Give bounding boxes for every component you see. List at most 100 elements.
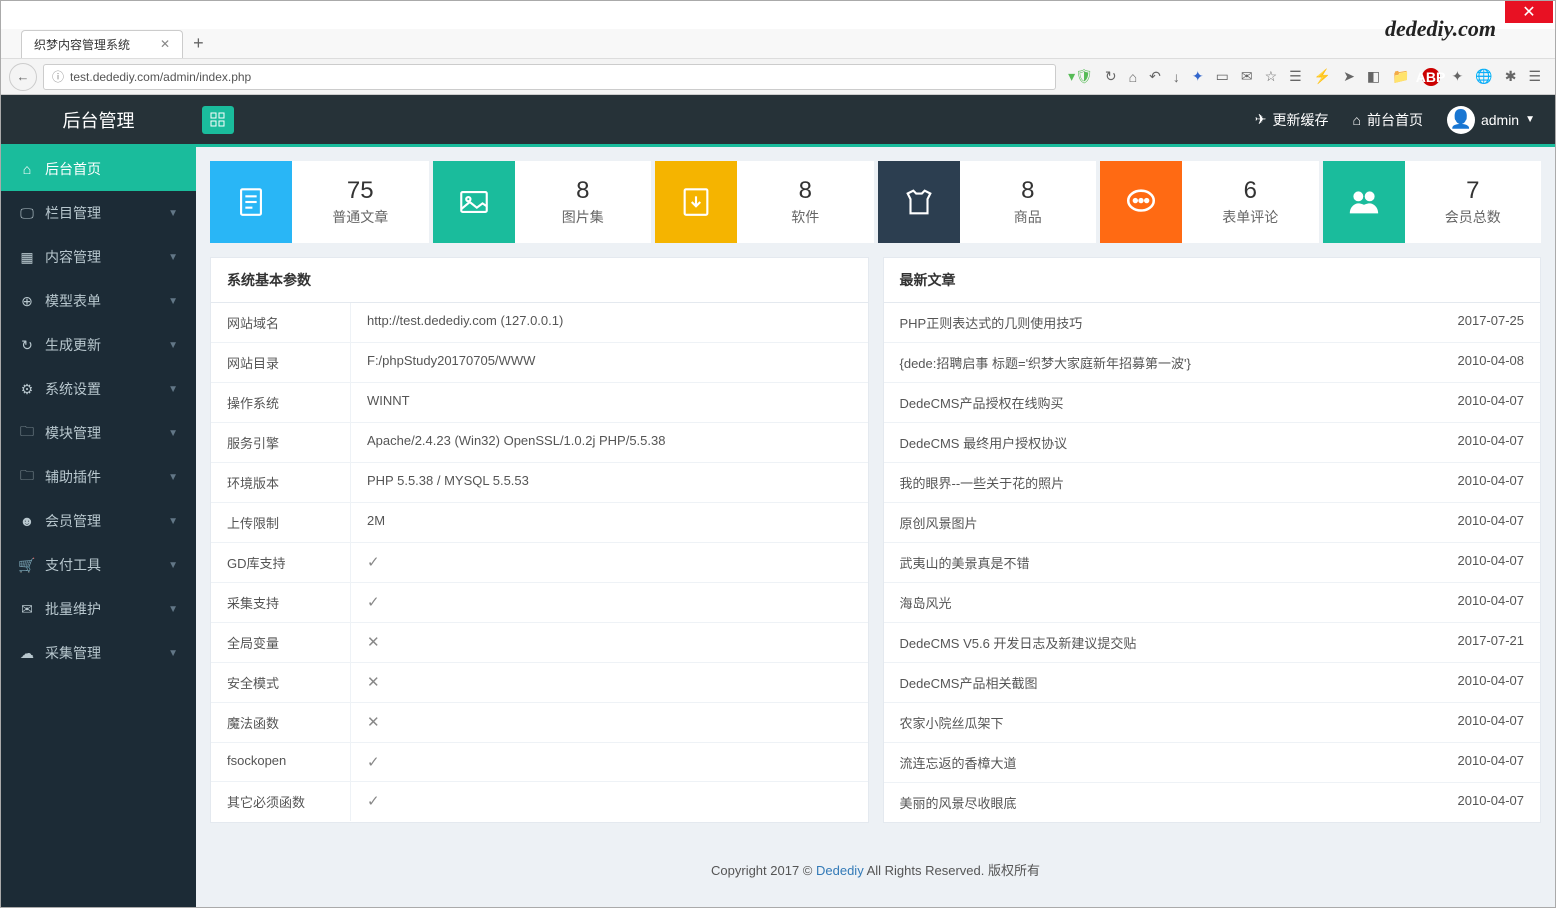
stat-card-4[interactable]: 6表单评论 xyxy=(1100,161,1319,243)
url-input[interactable]: ⓘ test.dedediy.com/admin/index.php xyxy=(43,64,1056,90)
info-label: 魔法函数 xyxy=(211,703,351,742)
stat-card-0[interactable]: 75普通文章 xyxy=(210,161,429,243)
wand-icon[interactable]: ✦ xyxy=(1452,68,1464,85)
stat-value: 6 xyxy=(1244,177,1257,205)
undo-icon[interactable]: ↶ xyxy=(1149,68,1161,85)
chevron-down-icon: ▼ xyxy=(168,648,178,659)
mail-icon[interactable]: ✉ xyxy=(1241,68,1253,85)
article-row[interactable]: 美丽的风景尽收眼底2010-04-07 xyxy=(884,783,1541,822)
article-date: 2010-04-07 xyxy=(1458,473,1525,492)
info-value: WINNT xyxy=(351,383,868,422)
stat-card-1[interactable]: 8图片集 xyxy=(433,161,652,243)
menu-icon[interactable]: ☰ xyxy=(1528,68,1541,85)
info-label: 环境版本 xyxy=(211,463,351,502)
sidebar-item-label: 会员管理 xyxy=(45,511,101,531)
main-content: 75普通文章8图片集8软件8商品6表单评论7会员总数 系统基本参数 网站域名ht… xyxy=(196,147,1555,907)
info-value: ✓ xyxy=(351,583,868,622)
window-controls: ✕ xyxy=(1,1,1555,29)
stat-card-2[interactable]: 8软件 xyxy=(655,161,874,243)
article-row[interactable]: 海岛风光2010-04-07 xyxy=(884,583,1541,623)
sidebar-item-8[interactable]: ☻会员管理▼ xyxy=(1,499,196,543)
article-row[interactable]: 武夷山的美景真是不错2010-04-07 xyxy=(884,543,1541,583)
tab-close-icon[interactable]: ✕ xyxy=(160,37,170,51)
puzzle-icon[interactable]: ✱ xyxy=(1505,68,1517,85)
article-row[interactable]: 流连忘返的香樟大道2010-04-07 xyxy=(884,743,1541,783)
refresh-cache-link[interactable]: ✈ 更新缓存 xyxy=(1255,110,1329,130)
sidebar-item-2[interactable]: ▦内容管理▼ xyxy=(1,235,196,279)
new-tab-button[interactable]: + xyxy=(193,33,204,54)
article-row[interactable]: {dede:招聘启事 标题='织梦大家庭新年招募第一波'}2010-04-08 xyxy=(884,343,1541,383)
frontend-link[interactable]: ⌂ 前台首页 xyxy=(1352,110,1422,130)
star-icon[interactable]: ☆ xyxy=(1265,68,1278,85)
sidebar-item-5[interactable]: ⚙系统设置▼ xyxy=(1,367,196,411)
sidebar-item-3[interactable]: ⊕模型表单▼ xyxy=(1,279,196,323)
stat-label: 会员总数 xyxy=(1445,207,1501,227)
stat-label: 商品 xyxy=(1014,207,1042,227)
rss-icon[interactable]: ⚡ xyxy=(1314,68,1331,85)
url-bar: ← ⓘ test.dedediy.com/admin/index.php ▾🛡 … xyxy=(1,59,1555,95)
info-row: GD库支持✓ xyxy=(211,543,868,583)
stat-label: 普通文章 xyxy=(332,207,388,227)
download-icon[interactable]: ↓ xyxy=(1173,69,1180,85)
article-title: {dede:招聘启事 标题='织梦大家庭新年招募第一波'} xyxy=(900,353,1458,372)
article-row[interactable]: 农家小院丝瓜架下2010-04-07 xyxy=(884,703,1541,743)
app-header: 后台管理 ✈ 更新缓存 ⌂ 前台首页 👤 admin ▼ xyxy=(1,95,1555,147)
sidebar-item-6[interactable]: 🗀模块管理▼ xyxy=(1,411,196,455)
user-menu[interactable]: 👤 admin ▼ xyxy=(1447,106,1535,134)
reload-icon[interactable]: ↻ xyxy=(1105,68,1117,85)
sidebar-item-9[interactable]: 🛒支付工具▼ xyxy=(1,543,196,587)
reader-icon[interactable]: ▭ xyxy=(1216,68,1229,85)
article-row[interactable]: 原创风景图片2010-04-07 xyxy=(884,503,1541,543)
article-row[interactable]: PHP正则表达式的几则使用技巧2017-07-25 xyxy=(884,303,1541,343)
check-icon: ✓ xyxy=(367,554,380,571)
footer-link[interactable]: Dedediy xyxy=(816,863,864,878)
back-button[interactable]: ← xyxy=(9,63,37,91)
article-row[interactable]: 我的眼界--一些关于花的照片2010-04-07 xyxy=(884,463,1541,503)
info-icon: ⓘ xyxy=(52,68,64,85)
sidebar-item-7[interactable]: 🗀辅助插件▼ xyxy=(1,455,196,499)
sidebar-item-10[interactable]: ✉批量维护▼ xyxy=(1,587,196,631)
info-row: fsockopen✓ xyxy=(211,743,868,782)
article-row[interactable]: DedeCMS 最终用户授权协议2010-04-07 xyxy=(884,423,1541,463)
article-date: 2010-04-07 xyxy=(1458,393,1525,412)
sidebar-item-11[interactable]: ☁采集管理▼ xyxy=(1,631,196,675)
chevron-down-icon: ▼ xyxy=(168,604,178,615)
panel-icon[interactable]: ◧ xyxy=(1367,68,1380,85)
list-icon[interactable]: ☰ xyxy=(1289,68,1302,85)
sidebar-toggle-button[interactable] xyxy=(202,106,234,134)
sidebar-item-1[interactable]: 🖵栏目管理▼ xyxy=(1,191,196,235)
article-title: DedeCMS产品授权在线购买 xyxy=(900,393,1458,412)
folder-icon[interactable]: 📁 xyxy=(1392,68,1409,85)
shield-icon[interactable]: ▾🛡 xyxy=(1068,68,1093,85)
bird-icon[interactable]: ✦ xyxy=(1192,68,1204,85)
globe-icon[interactable]: 🌐 xyxy=(1475,68,1492,85)
info-value: ✕ xyxy=(351,623,868,662)
download-icon xyxy=(655,161,737,243)
article-date: 2010-04-07 xyxy=(1458,513,1525,532)
sidebar-item-4[interactable]: ↻生成更新▼ xyxy=(1,323,196,367)
article-date: 2010-04-07 xyxy=(1458,793,1525,812)
chevron-down-icon: ▼ xyxy=(168,428,178,439)
info-label: 操作系统 xyxy=(211,383,351,422)
cloud-icon: ☁ xyxy=(19,645,35,662)
article-title: 武夷山的美景真是不错 xyxy=(900,553,1458,572)
panel-title: 最新文章 xyxy=(884,258,1541,303)
send-icon[interactable]: ➤ xyxy=(1343,68,1355,85)
info-value: Apache/2.4.23 (Win32) OpenSSL/1.0.2j PHP… xyxy=(351,423,868,462)
sidebar-item-label: 支付工具 xyxy=(45,555,101,575)
article-row[interactable]: DedeCMS产品相关截图2010-04-07 xyxy=(884,663,1541,703)
article-row[interactable]: DedeCMS V5.6 开发日志及新建议提交贴2017-07-21 xyxy=(884,623,1541,663)
sidebar-item-0[interactable]: ⌂后台首页 xyxy=(1,147,196,191)
globe-icon: ⊕ xyxy=(19,293,35,310)
info-row: 魔法函数✕ xyxy=(211,703,868,743)
abp-icon[interactable]: ABP xyxy=(1422,68,1440,86)
article-row[interactable]: DedeCMS产品授权在线购买2010-04-07 xyxy=(884,383,1541,423)
info-row: 上传限制2M xyxy=(211,503,868,543)
stat-card-3[interactable]: 8商品 xyxy=(878,161,1097,243)
browser-tab[interactable]: 织梦内容管理系统 ✕ xyxy=(21,30,183,58)
home-icon[interactable]: ⌂ xyxy=(1129,69,1137,85)
shirt-icon xyxy=(878,161,960,243)
article-title: DedeCMS V5.6 开发日志及新建议提交贴 xyxy=(900,633,1458,652)
stat-card-5[interactable]: 7会员总数 xyxy=(1323,161,1542,243)
window-close-button[interactable]: ✕ xyxy=(1505,1,1553,23)
